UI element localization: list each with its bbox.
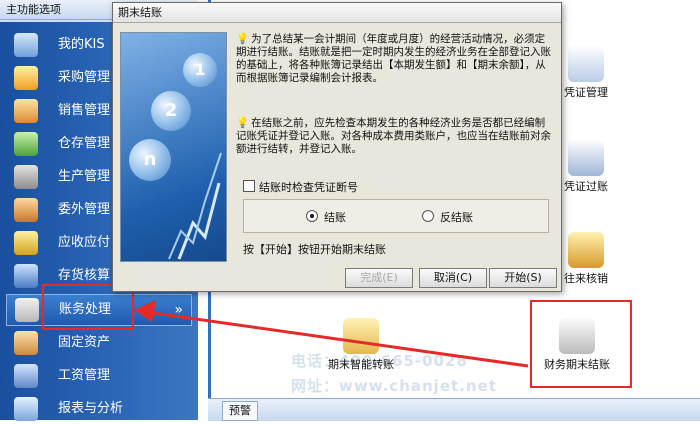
- radio-reverse-label: 反结账: [440, 211, 473, 224]
- check-voucher-gap-checkbox[interactable]: 结账时检查凭证断号: [243, 179, 358, 195]
- sales-icon: [14, 99, 38, 123]
- lightbulb-icon: 💡: [236, 33, 250, 45]
- dialog-title: 期末结账: [113, 3, 561, 23]
- nav-item-label: 工资管理: [58, 368, 111, 383]
- finish-button[interactable]: 完成(E): [345, 268, 413, 288]
- fixed-assets-icon: [14, 331, 38, 355]
- radio-dot-selected[interactable]: [306, 210, 318, 222]
- outsourcing-icon: [14, 198, 38, 222]
- nav-item-payroll[interactable]: 工资管理: [6, 361, 192, 391]
- radio-close[interactable]: 结账: [306, 209, 346, 225]
- lightbulb-icon: 💡: [236, 117, 250, 129]
- production-icon: [14, 165, 38, 189]
- bottom-bar: 预警: [208, 398, 700, 421]
- start-hint: 按【开始】按钮开始期末结账: [243, 243, 386, 256]
- nav-item-label: 仓存管理: [58, 136, 111, 151]
- cancel-button[interactable]: 取消(C): [419, 268, 487, 288]
- kis-icon: [14, 33, 38, 57]
- tab-alert[interactable]: 预警: [222, 401, 258, 421]
- precheck-paragraph: 💡 在结账之前，应先检查本期发生的各种经济业务是否都已经编制记账凭证并登记入账。对…: [236, 117, 554, 156]
- flow-label: 凭证管理: [564, 86, 608, 99]
- checkbox-box[interactable]: [243, 180, 255, 192]
- payroll-icon: [14, 364, 38, 388]
- radio-dot[interactable]: [422, 210, 434, 222]
- radio-close-label: 结账: [324, 211, 346, 224]
- nav-item-fixed-assets[interactable]: 固定资产: [6, 328, 192, 358]
- cost-accounting-icon: [14, 264, 38, 288]
- radio-reverse-close[interactable]: 反结账: [422, 209, 473, 225]
- voucher-post-icon: [568, 140, 604, 176]
- purchase-icon: [14, 66, 38, 90]
- nav-item-label: 应收应付: [58, 235, 111, 250]
- nav-item-label: 固定资产: [58, 335, 111, 350]
- nav-item-label: 委外管理: [58, 202, 111, 217]
- flow-label: 期末智能转账: [328, 358, 394, 371]
- write-off-icon: [568, 232, 604, 268]
- close-mode-radio-group: 结账 反结账: [243, 199, 549, 233]
- smart-transfer-icon: [343, 318, 379, 354]
- watermark-site: 网址：www.chanjet.net: [291, 377, 497, 395]
- voucher-manage-icon: [568, 46, 604, 82]
- intro-text: 为了总结某一会计期间（年度或月度）的经营活动情况，必须定期进行结账。结账就是把一…: [236, 33, 551, 84]
- dialog-illustration: 1 2 n: [120, 32, 227, 262]
- nav-item-label: 采购管理: [58, 70, 111, 85]
- expand-arrow-icon: »: [174, 302, 183, 318]
- checkbox-label: 结账时检查凭证断号: [259, 181, 358, 194]
- nav-item-label: 生产管理: [58, 169, 111, 184]
- nav-item-label: 销售管理: [58, 103, 111, 118]
- highlight-box-period-close: [530, 300, 632, 388]
- period-close-dialog: 期末结账 1 2 n 💡 为了总结某一会计期间（年度或月度）的经营活动情况，必须定…: [112, 2, 562, 292]
- flow-smart-transfer[interactable]: 期末智能转账: [321, 318, 401, 372]
- flow-label: 凭证过账: [564, 180, 608, 193]
- money-bag-icon: [14, 231, 38, 255]
- trend-lines-icon: [168, 152, 222, 260]
- flow-label: 往来核销: [564, 272, 608, 285]
- start-button[interactable]: 开始(S): [489, 268, 557, 288]
- inventory-icon: [14, 132, 38, 156]
- nav-item-label: 我的KIS: [58, 37, 105, 52]
- ledger-book-icon: [15, 298, 39, 322]
- reports-icon: [14, 397, 38, 421]
- precheck-text: 在结账之前，应先检查本期发生的各种经济业务是否都已经编制记账凭证并登记入账。对各…: [236, 117, 551, 155]
- intro-paragraph: 💡 为了总结某一会计期间（年度或月度）的经营活动情况，必须定期进行结账。结账就是把…: [236, 33, 554, 85]
